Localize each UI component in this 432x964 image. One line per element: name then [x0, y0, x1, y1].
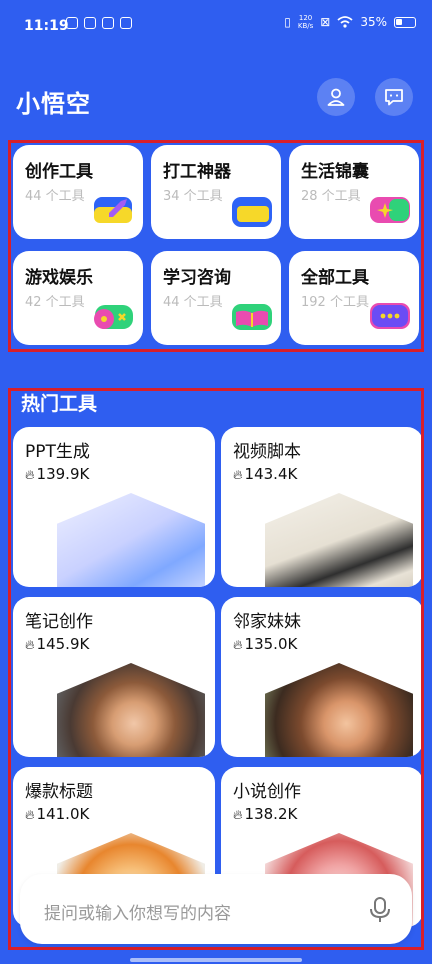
tool-name: 视频脚本 [233, 442, 301, 462]
fire-icon: 🔥︎ [25, 638, 35, 653]
tool-usage: 🔥︎ 141.0K [25, 805, 89, 823]
category-card-creation[interactable]: 创作工具 44 个工具 [13, 145, 143, 239]
sparkle-chat-icon [370, 197, 410, 223]
tool-name: 小说创作 [233, 782, 301, 802]
fire-icon: 🔥︎ [233, 808, 243, 823]
hot-tools-section: 热门工具 PPT生成 🔥︎ 139.9K 视频脚本 🔥︎ 143.4K 笔记创作 🔥… [8, 388, 424, 950]
tool-name: 邻家妹妹 [233, 612, 301, 632]
notification-icons [66, 17, 132, 29]
tool-usage-value: 141.0K [36, 805, 90, 823]
status-bar: 11:19 ▯ 120 KB/s ⊠ 35% [0, 0, 432, 52]
fire-icon: 🔥︎ [25, 468, 35, 483]
notification-icon [66, 17, 78, 29]
tool-image [57, 663, 205, 757]
user-icon [327, 88, 345, 106]
tool-usage: 🔥︎ 138.2K [233, 805, 297, 823]
tool-usage: 🔥︎ 143.4K [233, 465, 297, 483]
status-time: 11:19 [24, 18, 69, 34]
tool-usage: 🔥︎ 135.0K [233, 635, 297, 653]
tool-usage: 🔥︎ 145.9K [25, 635, 89, 653]
home-indicator [130, 958, 302, 962]
tool-usage-value: 138.2K [244, 805, 298, 823]
profile-button[interactable] [317, 78, 355, 116]
tool-card-neighbor-girl[interactable]: 邻家妹妹 🔥︎ 135.0K [221, 597, 421, 757]
category-count: 42 个工具 [25, 295, 85, 310]
battery-percent: 35% [360, 15, 387, 29]
notification-icon [84, 17, 96, 29]
category-card-all[interactable]: 全部工具 192 个工具 [289, 251, 419, 345]
tool-card-notes[interactable]: 笔记创作 🔥︎ 145.9K [13, 597, 215, 757]
tool-name: 笔记创作 [25, 612, 93, 632]
chat-icon [385, 89, 403, 106]
category-count: 34 个工具 [163, 189, 223, 204]
status-right: ▯ 120 KB/s ⊠ 35% [284, 14, 416, 30]
tool-image [265, 663, 413, 757]
category-count: 44 个工具 [163, 295, 223, 310]
fire-icon: 🔥︎ [233, 468, 243, 483]
category-name: 游戏娱乐 [25, 268, 93, 288]
tool-usage-value: 135.0K [244, 635, 298, 653]
vibrate-icon: ▯ [284, 15, 291, 29]
folder-icon [232, 197, 272, 227]
tool-usage-value: 145.9K [36, 635, 90, 653]
tool-usage-value: 139.9K [36, 465, 90, 483]
more-chat-icon [370, 303, 410, 329]
book-icon [232, 304, 272, 330]
net-speed-unit: KB/s [297, 22, 314, 30]
battery-icon [394, 16, 416, 28]
category-count: 28 个工具 [301, 189, 361, 204]
tool-name: PPT生成 [25, 442, 90, 462]
gamepad-icon [94, 305, 133, 329]
notification-icon [120, 17, 132, 29]
fire-icon: 🔥︎ [233, 638, 243, 653]
category-name: 打工神器 [163, 162, 231, 182]
category-name: 创作工具 [25, 162, 93, 182]
pen-chat-icon [94, 197, 132, 223]
microphone-icon[interactable] [368, 896, 392, 924]
tool-card-ppt[interactable]: PPT生成 🔥︎ 139.9K [13, 427, 215, 587]
tool-image [57, 493, 205, 587]
section-title: 热门工具 [21, 393, 98, 415]
tool-usage: 🔥︎ 139.9K [25, 465, 89, 483]
tool-name: 爆款标题 [25, 782, 93, 802]
prompt-input[interactable]: 提问或输入你想写的内容 [44, 899, 231, 924]
messages-button[interactable] [375, 78, 413, 116]
category-card-games[interactable]: 游戏娱乐 42 个工具 [13, 251, 143, 345]
net-speed-value: 120 [298, 14, 313, 22]
tool-card-video-script[interactable]: 视频脚本 🔥︎ 143.4K [221, 427, 421, 587]
app-title: 小悟空 [16, 90, 91, 118]
category-grid: 创作工具 44 个工具 打工神器 34 个工具 生活锦囊 28 个工具 游戏娱乐… [8, 140, 424, 352]
fire-icon: 🔥︎ [25, 808, 35, 823]
category-card-work[interactable]: 打工神器 34 个工具 [151, 145, 281, 239]
category-name: 全部工具 [301, 268, 369, 288]
category-card-learning[interactable]: 学习咨询 44 个工具 [151, 251, 281, 345]
net-speed: 120 KB/s [298, 14, 313, 30]
notification-icon [102, 17, 114, 29]
category-name: 生活锦囊 [301, 162, 369, 182]
wifi-icon [337, 16, 353, 28]
tool-usage-value: 143.4K [244, 465, 298, 483]
category-card-life[interactable]: 生活锦囊 28 个工具 [289, 145, 419, 239]
category-count: 192 个工具 [301, 295, 369, 310]
signal-icon: ⊠ [320, 15, 331, 29]
prompt-input-bar[interactable]: 提问或输入你想写的内容 [20, 874, 412, 944]
category-count: 44 个工具 [25, 189, 85, 204]
tool-image [265, 493, 413, 587]
category-name: 学习咨询 [163, 268, 231, 288]
